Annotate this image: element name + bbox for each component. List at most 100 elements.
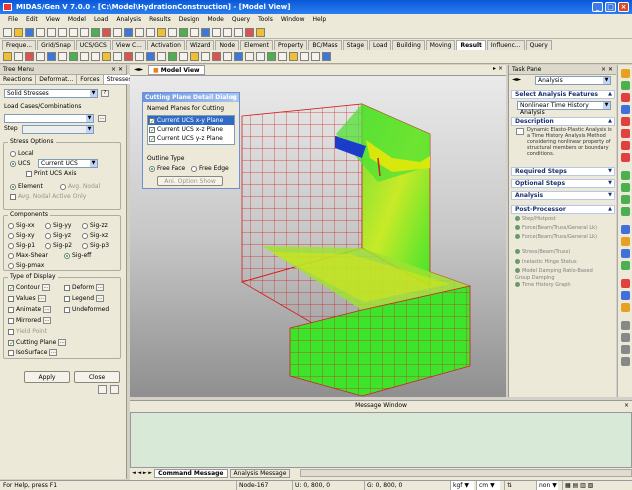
left-arrow-icon[interactable]: [621, 117, 630, 126]
sig-p3-radio[interactable]: Sig-p3: [82, 242, 109, 250]
free-edge-radio[interactable]: Free Edge: [191, 165, 229, 173]
up-arrow-icon[interactable]: [621, 141, 630, 150]
orbit-icon[interactable]: [621, 333, 630, 342]
stop-icon[interactable]: [102, 27, 111, 37]
undo-icon[interactable]: [69, 27, 78, 37]
shade-icon[interactable]: [621, 237, 630, 246]
message-window-close-icon[interactable]: ×: [624, 401, 629, 411]
measure-icon[interactable]: [190, 52, 199, 61]
load-case-more-button[interactable]: …: [98, 115, 106, 122]
tab-command-message[interactable]: Command Message: [154, 468, 228, 478]
delete-icon[interactable]: [212, 52, 221, 61]
menu-design[interactable]: Design: [175, 14, 204, 26]
close-panel-button[interactable]: Close: [74, 371, 120, 383]
sig-xy-radio[interactable]: Sig-xy: [8, 232, 35, 240]
move-icon[interactable]: [621, 357, 630, 366]
select-all-icon[interactable]: [58, 52, 67, 61]
tab-element[interactable]: Element: [240, 40, 273, 50]
deform-checkbox[interactable]: Deform …: [64, 284, 105, 292]
element-number-icon[interactable]: [135, 52, 144, 61]
right-arrow-icon[interactable]: [621, 129, 630, 138]
select-icon[interactable]: [113, 27, 122, 37]
thickness-icon[interactable]: [179, 52, 188, 61]
tab-deformations[interactable]: Deformat...: [36, 75, 78, 84]
tab-building[interactable]: Building: [392, 40, 425, 50]
hidden-line-icon[interactable]: [621, 225, 630, 234]
tab-influence[interactable]: Influenc...: [486, 40, 525, 50]
rotate-view-icon[interactable]: [621, 105, 630, 114]
unselect-icon[interactable]: [69, 52, 78, 61]
top-icon[interactable]: [621, 195, 630, 204]
sig-eff-radio[interactable]: Sig-eff: [64, 252, 91, 260]
animation-option-button[interactable]: Ani. Option Show: [157, 176, 223, 186]
property-icon[interactable]: [621, 303, 630, 312]
lock-icon[interactable]: [245, 27, 254, 37]
analysis-feature-select[interactable]: Nonlinear Time History Analysis ▼: [517, 101, 611, 116]
menu-file[interactable]: File: [4, 14, 22, 26]
inactivate-icon[interactable]: [102, 52, 111, 61]
unlock-icon[interactable]: [256, 27, 265, 37]
menu-edit[interactable]: Edit: [22, 14, 42, 26]
front-view-icon[interactable]: [212, 27, 221, 37]
menu-mode[interactable]: Mode: [203, 14, 227, 26]
shrink-view-icon[interactable]: [621, 261, 630, 270]
menu-help[interactable]: Help: [309, 14, 331, 26]
post-item-force-1[interactable]: Force(Beam/Truss/General Lk): [515, 225, 597, 232]
undeformed-checkbox[interactable]: Undeformed: [64, 306, 109, 314]
tab-model-view[interactable]: ■ Model View: [148, 65, 205, 75]
menu-results[interactable]: Results: [145, 14, 175, 26]
divide-icon[interactable]: [256, 52, 265, 61]
maximize-button[interactable]: □: [605, 2, 616, 12]
new-file-icon[interactable]: [3, 27, 12, 37]
animate-checkbox[interactable]: Animate …: [8, 306, 52, 314]
zoom-icon[interactable]: [124, 27, 133, 37]
sig-xz-radio[interactable]: Sig-xz: [82, 232, 108, 240]
dialog-close-icon[interactable]: ×: [231, 93, 236, 102]
max-shear-radio[interactable]: Max-Shear: [8, 252, 48, 260]
save-icon[interactable]: [25, 27, 34, 37]
node-number-icon[interactable]: [124, 52, 133, 61]
report-icon[interactable]: [322, 52, 331, 61]
material-icon[interactable]: [157, 52, 166, 61]
sig-p1-radio[interactable]: Sig-p1: [8, 242, 35, 250]
menu-analysis[interactable]: Analysis: [112, 14, 145, 26]
tab-wizard[interactable]: Wizard: [185, 40, 215, 50]
zoom-fit-icon[interactable]: [621, 69, 630, 78]
tab-moving[interactable]: Moving: [425, 40, 456, 50]
plane-yz-item[interactable]: ✓ Current UCS y-z Plane: [148, 134, 234, 143]
graph-icon[interactable]: [300, 52, 309, 61]
select-features-header[interactable]: Select Analysis Features ▲: [511, 90, 615, 99]
menu-load[interactable]: Load: [90, 14, 112, 26]
length-unit-select[interactable]: cm ▼: [476, 481, 500, 490]
side-icon[interactable]: [621, 207, 630, 216]
message-scrollbar[interactable]: [300, 469, 632, 477]
nav-arrows-icon[interactable]: ◄►: [134, 66, 143, 73]
hidden-icon[interactable]: [168, 27, 177, 37]
analysis-run-icon[interactable]: [91, 27, 100, 37]
pan-view-icon[interactable]: [621, 321, 630, 330]
avg-nodal-radio[interactable]: Avg. Nodal: [60, 183, 100, 191]
previous-select-icon[interactable]: [80, 52, 89, 61]
tab-bc-mass[interactable]: BC/Mass: [308, 40, 342, 50]
apply-button[interactable]: Apply: [24, 371, 70, 383]
plane-xz-item[interactable]: ✓ Current UCS x-z Plane: [148, 125, 234, 134]
table-icon[interactable]: [289, 52, 298, 61]
display-icon[interactable]: [190, 27, 199, 37]
sig-zz-radio[interactable]: Sig-zz: [82, 222, 108, 230]
right-view-icon[interactable]: [234, 27, 243, 37]
zoom-out-icon[interactable]: [621, 93, 630, 102]
tab-reactions[interactable]: Reactions: [0, 75, 37, 84]
analysis-header[interactable]: Analysis ▼: [511, 191, 615, 200]
table-icon[interactable]: [98, 385, 107, 394]
step-select[interactable]: ▼: [22, 125, 94, 134]
pointer-icon[interactable]: [3, 52, 12, 61]
extrude-icon[interactable]: [245, 52, 254, 61]
menu-model[interactable]: Model: [64, 14, 90, 26]
tab-query[interactable]: Query: [525, 40, 552, 50]
tab-stage[interactable]: Stage: [342, 40, 369, 50]
tab-property[interactable]: Property: [273, 40, 308, 50]
element-radio[interactable]: Element: [10, 183, 43, 191]
translate-icon[interactable]: [223, 52, 232, 61]
task-pane-close-icon[interactable]: × ✕: [601, 65, 613, 75]
zoom-in-icon[interactable]: [621, 81, 630, 90]
